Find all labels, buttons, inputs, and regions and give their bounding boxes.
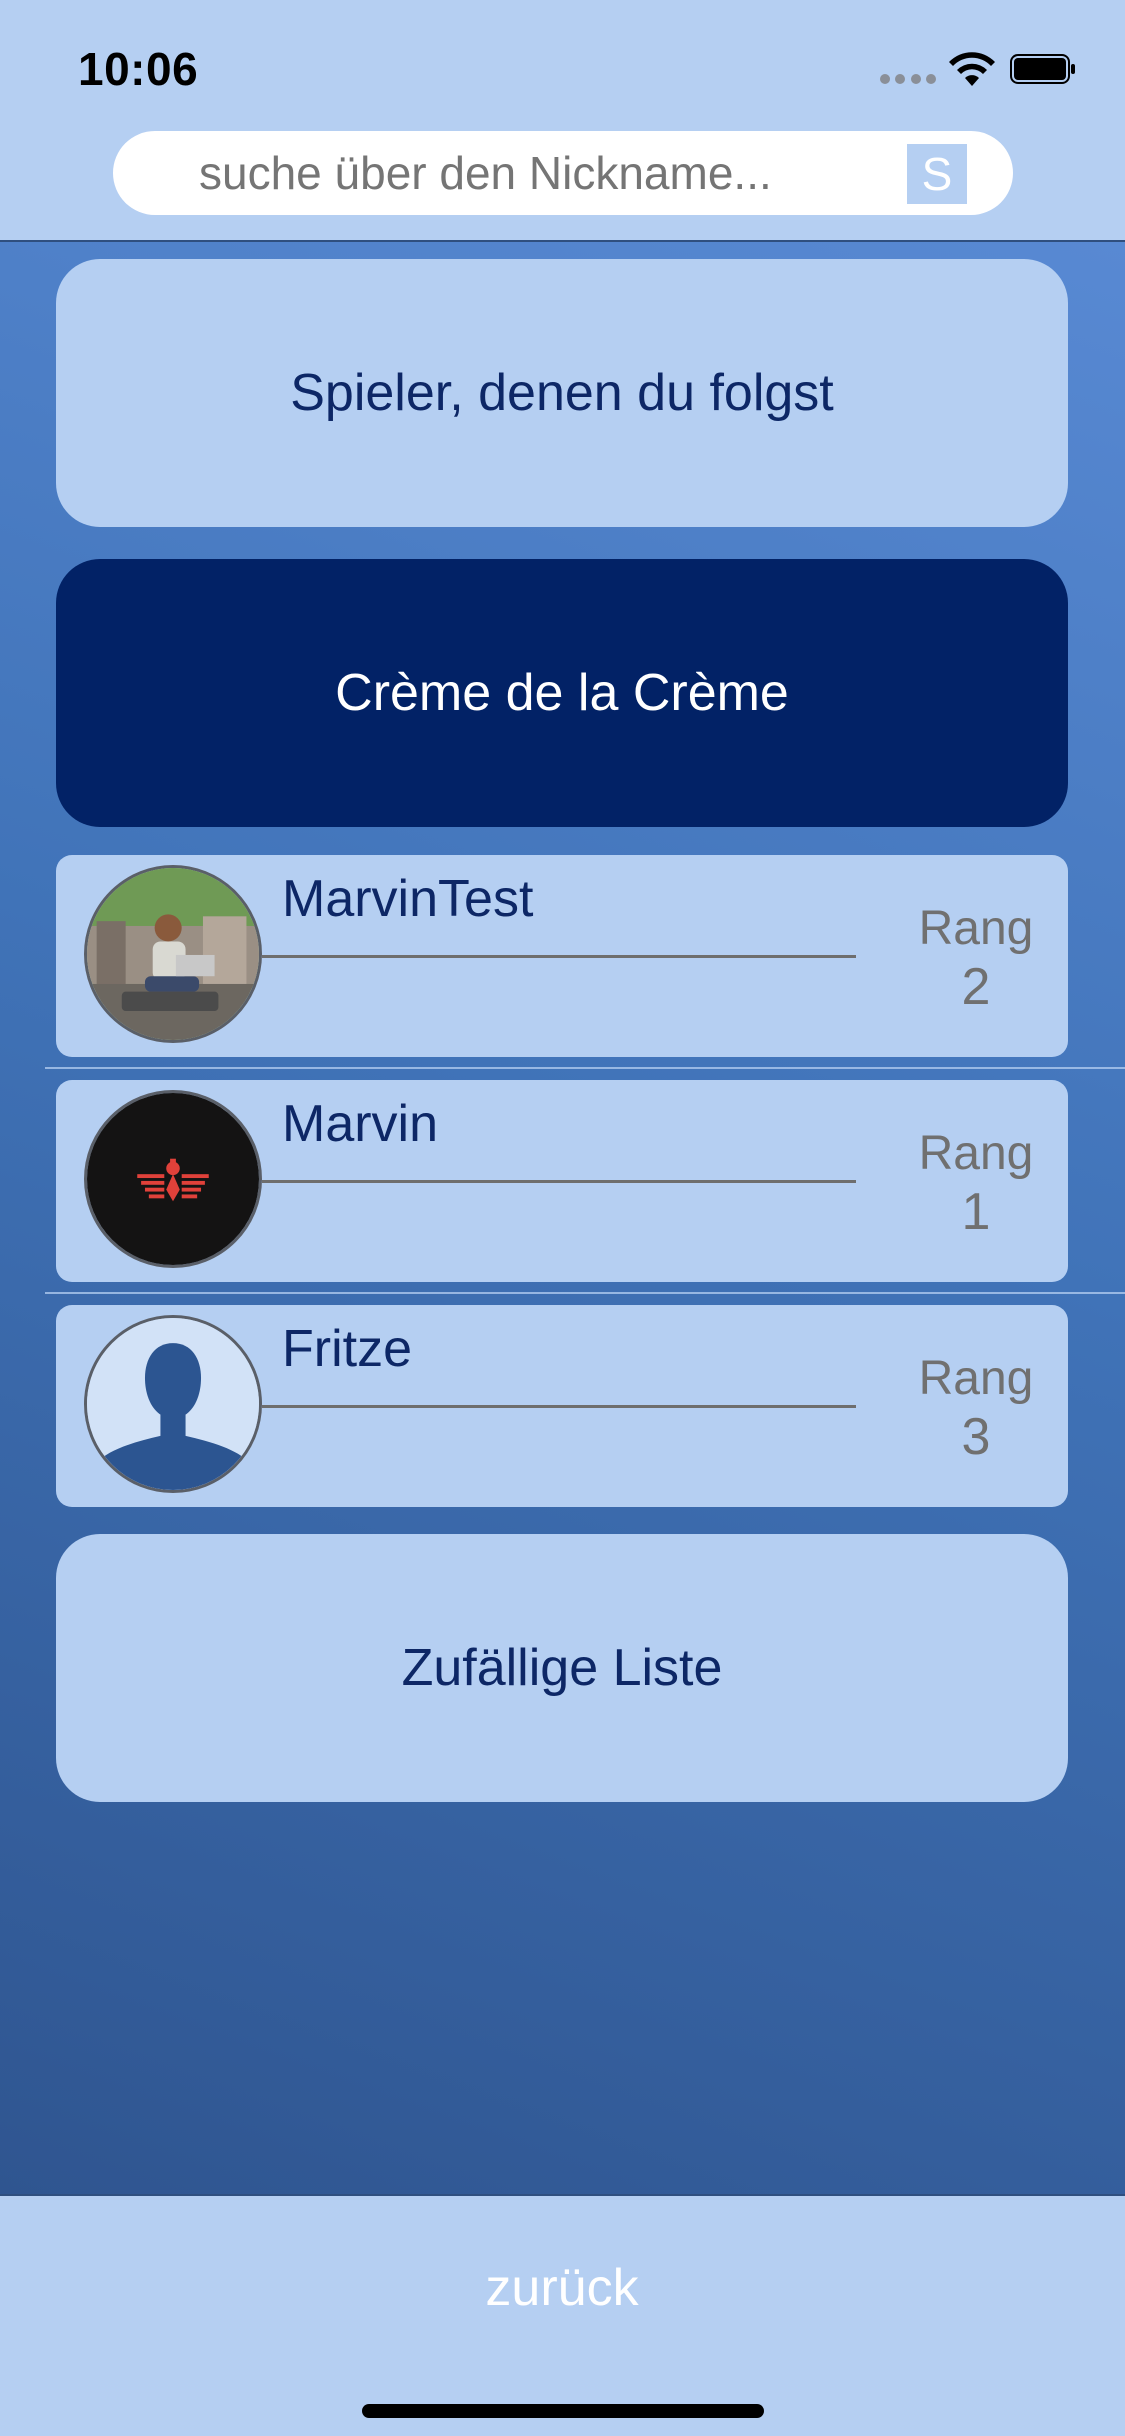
player-row[interactable]: MarvinTest Rang 2 bbox=[56, 855, 1068, 1057]
followed-players-button[interactable]: Spieler, denen du folgst bbox=[56, 259, 1068, 527]
player-name: Fritze bbox=[282, 1320, 412, 1378]
player-name: MarvinTest bbox=[282, 870, 534, 928]
search-input[interactable] bbox=[199, 131, 969, 215]
row-divider bbox=[45, 1067, 1125, 1069]
search-bar: S bbox=[113, 131, 1013, 215]
red-emblem-icon bbox=[87, 1093, 259, 1265]
home-indicator[interactable] bbox=[362, 2404, 764, 2418]
signal-dots-icon bbox=[880, 74, 936, 84]
battery-icon bbox=[1010, 54, 1075, 84]
rank-value: 1 bbox=[961, 1183, 991, 1241]
photo-avatar-image bbox=[87, 868, 259, 1040]
name-underline bbox=[262, 955, 856, 958]
top-bar: 10:06 S bbox=[0, 0, 1125, 242]
search-button[interactable]: S bbox=[907, 144, 967, 204]
random-list-button[interactable]: Zufällige Liste bbox=[56, 1534, 1068, 1802]
rank-label: Rang bbox=[918, 1352, 1034, 1405]
main-content: Spieler, denen du folgst Crème de la Crè… bbox=[0, 242, 1125, 2194]
default-silhouette-avatar bbox=[84, 1315, 262, 1493]
player-row[interactable]: Fritze Rang 3 bbox=[56, 1305, 1068, 1507]
top-players-button[interactable]: Crème de la Crème bbox=[56, 559, 1068, 827]
player-row[interactable]: Marvin Rang 1 bbox=[56, 1080, 1068, 1282]
wifi-icon bbox=[949, 52, 995, 86]
rank-value: 3 bbox=[961, 1408, 991, 1466]
name-underline bbox=[262, 1180, 856, 1183]
person-silhouette-icon bbox=[87, 1318, 259, 1490]
row-divider bbox=[45, 1292, 1125, 1294]
player-name: Marvin bbox=[282, 1095, 439, 1153]
photo-avatar bbox=[84, 865, 262, 1043]
rank-value: 2 bbox=[961, 958, 991, 1016]
rank-label: Rang bbox=[918, 1127, 1034, 1180]
name-underline bbox=[262, 1405, 856, 1408]
back-button[interactable]: zurück bbox=[362, 2248, 762, 2328]
red-emblem-avatar bbox=[84, 1090, 262, 1268]
bottom-bar: zurück bbox=[0, 2194, 1125, 2436]
rank-label: Rang bbox=[918, 902, 1034, 955]
status-time: 10:06 bbox=[78, 43, 199, 95]
